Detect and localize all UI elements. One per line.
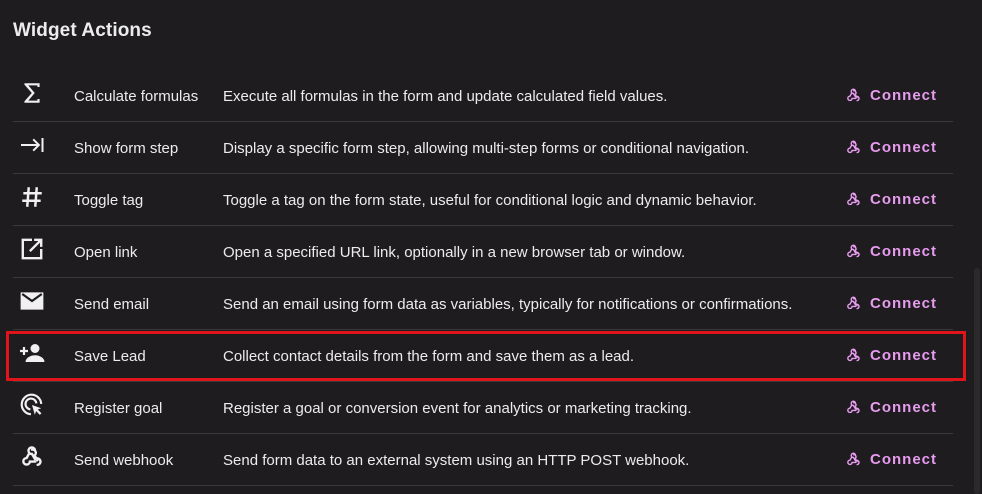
connect-label: Connect xyxy=(870,347,937,364)
action-name: Toggle tag xyxy=(74,192,144,209)
webhook-icon xyxy=(845,347,862,364)
action-name: Register goal xyxy=(74,400,163,417)
actions-list: Calculate formulas Execute all formulas … xyxy=(13,70,953,486)
connect-button[interactable]: Connect xyxy=(845,243,937,260)
action-row-register-goal: Register goal Register a goal or convers… xyxy=(13,382,953,434)
action-row-send-email: Send email Send an email using form data… xyxy=(13,278,953,330)
action-name: Send webhook xyxy=(74,452,174,469)
connect-label: Connect xyxy=(870,399,937,416)
webhook-icon xyxy=(845,87,862,104)
action-row-show-form-step: Show form step Display a specific form s… xyxy=(13,122,953,174)
envelope-icon xyxy=(19,288,45,314)
connect-button[interactable]: Connect xyxy=(845,191,937,208)
webhook-icon xyxy=(19,444,45,470)
action-name: Show form step xyxy=(74,140,179,157)
webhook-icon xyxy=(845,139,862,156)
action-row-open-link: Open link Open a specified URL link, opt… xyxy=(13,226,953,278)
widget-actions-panel: Widget Actions Calculate formulas Execut… xyxy=(0,0,982,494)
ads-click-icon xyxy=(19,392,45,418)
action-name: Open link xyxy=(74,244,138,261)
action-name: Calculate formulas xyxy=(74,88,199,105)
connect-button[interactable]: Connect xyxy=(845,451,937,468)
action-description: Register a goal or conversion event for … xyxy=(223,400,692,417)
arrow-to-bar-icon xyxy=(19,132,45,158)
panel-title: Widget Actions xyxy=(13,20,152,41)
connect-button[interactable]: Connect xyxy=(845,295,937,312)
open-in-new-icon xyxy=(19,236,45,262)
webhook-icon xyxy=(845,243,862,260)
webhook-icon xyxy=(845,399,862,416)
connect-label: Connect xyxy=(870,295,937,312)
person-add-icon xyxy=(19,340,45,366)
action-row-send-webhook: Send webhook Send form data to an extern… xyxy=(13,434,953,486)
action-name: Save Lead xyxy=(74,348,146,365)
connect-label: Connect xyxy=(870,191,937,208)
webhook-icon xyxy=(845,295,862,312)
action-row-calculate-formulas: Calculate formulas Execute all formulas … xyxy=(13,70,953,122)
action-description: Open a specified URL link, optionally in… xyxy=(223,244,686,261)
scrollbar-thumb[interactable] xyxy=(974,268,980,494)
sigma-icon xyxy=(19,80,45,106)
connect-label: Connect xyxy=(870,139,937,156)
connect-label: Connect xyxy=(870,451,937,468)
action-row-save-lead: Save Lead Collect contact details from t… xyxy=(13,330,953,382)
action-name: Send email xyxy=(74,296,150,313)
webhook-icon xyxy=(845,191,862,208)
action-description: Send an email using form data as variabl… xyxy=(223,296,793,313)
scrollbar[interactable] xyxy=(970,0,982,494)
hashtag-icon xyxy=(19,184,45,210)
action-row-toggle-tag: Toggle tag Toggle a tag on the form stat… xyxy=(13,174,953,226)
action-description: Display a specific form step, allowing m… xyxy=(223,140,750,157)
connect-button[interactable]: Connect xyxy=(845,139,937,156)
connect-button[interactable]: Connect xyxy=(845,87,937,104)
action-description: Send form data to an external system usi… xyxy=(223,452,690,469)
action-description: Toggle a tag on the form state, useful f… xyxy=(223,192,757,209)
action-description: Collect contact details from the form an… xyxy=(223,348,635,365)
action-description: Execute all formulas in the form and upd… xyxy=(223,88,668,105)
connect-label: Connect xyxy=(870,243,937,260)
webhook-icon xyxy=(845,451,862,468)
connect-label: Connect xyxy=(870,87,937,104)
connect-button[interactable]: Connect xyxy=(845,347,937,364)
connect-button[interactable]: Connect xyxy=(845,399,937,416)
